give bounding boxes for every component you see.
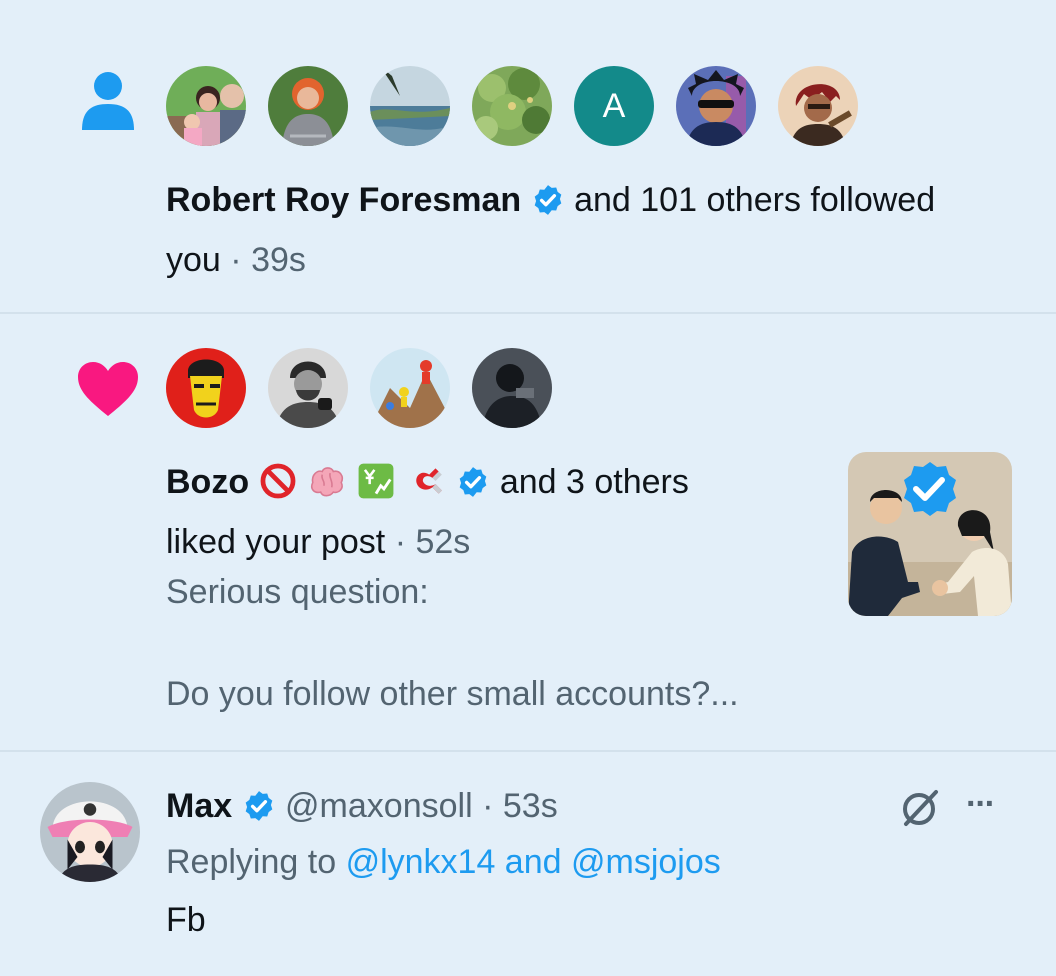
separator-dot: · bbox=[230, 241, 242, 279]
actor-name[interactable]: Robert Roy Foresman bbox=[166, 181, 521, 219]
chart-yen-icon bbox=[359, 463, 394, 499]
timestamp[interactable]: 53s bbox=[503, 787, 558, 825]
follow-notification[interactable]: A Robert Roy Foresman and 101 others fol… bbox=[0, 0, 1056, 312]
grok-icon[interactable] bbox=[898, 786, 942, 830]
action-text: liked your post bbox=[166, 523, 386, 561]
like-text-line1: Bozo and 3 others bbox=[166, 462, 689, 502]
post-preview-line2[interactable]: Do you follow other small accounts?... bbox=[166, 674, 739, 714]
separator-dot: · bbox=[482, 787, 494, 825]
timestamp[interactable]: 52s bbox=[415, 523, 470, 561]
separator-dot: · bbox=[394, 523, 407, 561]
brain-icon bbox=[310, 467, 344, 497]
follow-text-line1: Robert Roy Foresman and 101 others follo… bbox=[166, 180, 935, 220]
prohibited-icon bbox=[260, 463, 295, 499]
replying-users-link[interactable]: @lynkx14 and @msjojos bbox=[346, 843, 721, 881]
verified-badge-icon bbox=[460, 467, 487, 497]
person-icon bbox=[82, 72, 134, 130]
verified-badge-icon bbox=[245, 791, 272, 821]
avatar-coastal-landscape[interactable] bbox=[370, 66, 450, 146]
follow-text-line2: you · 39s bbox=[166, 240, 306, 280]
avatar-man-beard-bw[interactable] bbox=[268, 348, 348, 428]
avatar-letter[interactable]: A bbox=[574, 66, 654, 146]
replying-to: Replying to @lynkx14 and @msjojos bbox=[166, 842, 721, 882]
avatar-anime-red-hair[interactable] bbox=[778, 66, 858, 146]
actor-name[interactable]: Bozo bbox=[166, 463, 249, 501]
replying-prefix: Replying to bbox=[166, 843, 337, 881]
verified-badge-icon bbox=[534, 185, 561, 215]
post-preview-line1[interactable]: Serious question: bbox=[166, 572, 429, 612]
avatar-letter-text: A bbox=[602, 87, 626, 125]
heart-icon bbox=[78, 362, 138, 416]
magnet-icon bbox=[416, 468, 442, 494]
avatar-family-photo[interactable] bbox=[166, 66, 246, 146]
avatar-anime-sunglasses[interactable] bbox=[676, 66, 756, 146]
timestamp[interactable]: 39s bbox=[251, 241, 306, 279]
post-thumbnail[interactable] bbox=[848, 452, 1012, 616]
others-text: and 3 others bbox=[499, 463, 689, 501]
avatar-green-foliage[interactable] bbox=[472, 66, 552, 146]
follow-summary: and 101 others followed bbox=[574, 181, 936, 219]
reply-post[interactable]: Max @maxonsoll · 53s ··· Replying to @ly… bbox=[0, 752, 1056, 976]
avatar-cartoon-yellow-face[interactable] bbox=[166, 348, 246, 428]
avatar-anime-pink-cap[interactable] bbox=[40, 782, 140, 882]
author-handle[interactable]: @maxonsoll bbox=[285, 787, 473, 825]
like-text-line2: liked your post · 52s bbox=[166, 522, 470, 562]
avatar-woman-red-hair[interactable] bbox=[268, 66, 348, 146]
like-notification[interactable]: Bozo and 3 others liked your post · 52s … bbox=[0, 314, 1056, 750]
avatar-dark-figure[interactable] bbox=[472, 348, 552, 428]
more-options-icon[interactable]: ··· bbox=[966, 784, 996, 824]
reply-header: Max @maxonsoll · 53s bbox=[166, 786, 558, 826]
author-name[interactable]: Max bbox=[166, 787, 232, 825]
follow-summary-end: you bbox=[166, 241, 221, 279]
reply-body: Fb bbox=[166, 901, 206, 939]
avatar-climbing-cartoon[interactable] bbox=[370, 348, 450, 428]
